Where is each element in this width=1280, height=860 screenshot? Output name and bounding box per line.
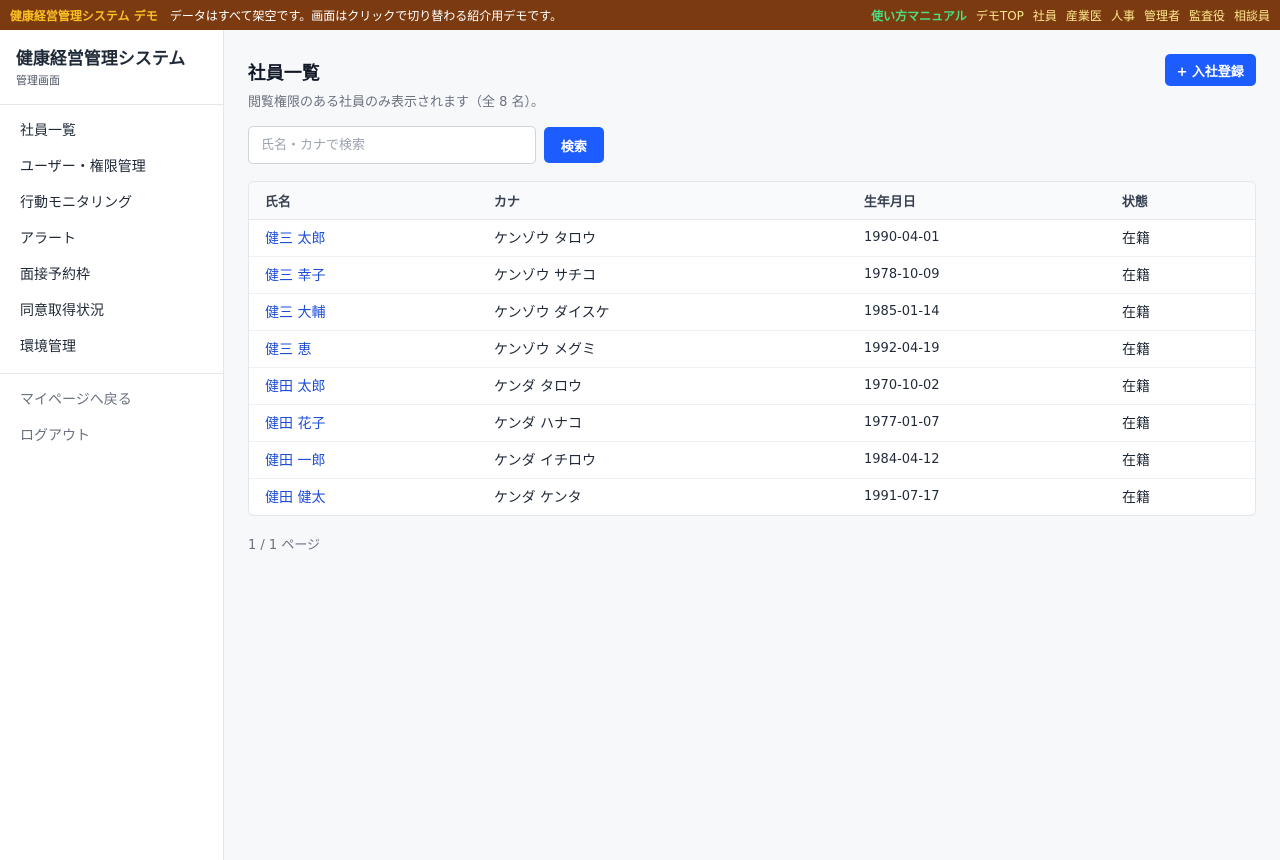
employee-birthdate-cell: 1991-07-17 (864, 489, 940, 505)
employee-name-link[interactable]: 健三 恵 (265, 342, 311, 358)
demo-banner: 健康経営管理システム デモ データはすべて架空です。画面はクリックで切り替わる紹… (0, 0, 1280, 30)
employee-kana-cell: ケンダ ケンタ (494, 489, 582, 506)
table-row: 健三 太郎 ケンゾウ タロウ 1990-04-01 在籍 (249, 219, 1255, 257)
employee-name-cell: 健三 恵 (249, 330, 478, 368)
employee-kana-cell: ケンゾウ タロウ (478, 219, 848, 257)
page-title: 社員一覧 (248, 63, 320, 84)
employee-name-link[interactable]: 健田 一郎 (265, 453, 325, 469)
sidebar-item-consent-status[interactable]: 同意取得状況 (0, 293, 223, 329)
employee-birthdate-cell: 1990-04-01 (848, 219, 1106, 257)
column-header-birthdate: 生年月日 (848, 182, 1106, 220)
employee-status-cell: 在籍 (1106, 293, 1255, 331)
employee-birthdate-cell: 1978-10-09 (848, 256, 1106, 294)
employee-birthdate-cell: 1984-04-12 (848, 441, 1106, 479)
employee-kana-cell: ケンダ タロウ (478, 367, 848, 405)
app-title: 健康経営管理システム (16, 49, 186, 69)
demo-link-doctor[interactable]: 産業医 (1066, 7, 1102, 24)
sidebar-item-alerts[interactable]: アラート (0, 221, 223, 257)
demo-link-employee[interactable]: 社員 (1033, 7, 1057, 24)
demo-link-hr[interactable]: 人事 (1111, 7, 1135, 24)
employee-status-cell: 在籍 (1106, 219, 1255, 257)
sidebar: 健康経営管理システム 管理画面 社員一覧 ユーザー・権限管理 行動モニタリング … (0, 30, 224, 860)
table-row: 健田 一郎 ケンダ イチロウ 1984-04-12 在籍 (249, 441, 1255, 479)
employee-kana-cell: ケンゾウ サチコ (478, 256, 848, 294)
demo-link-counselor[interactable]: 相談員 (1234, 7, 1270, 24)
demo-note: データはすべて架空です。画面はクリックで切り替わる紹介用デモです。 (169, 8, 563, 23)
sidebar-header: 健康経営管理システム 管理画面 (0, 30, 223, 105)
employee-kana-cell: ケンゾウ メグミ (478, 330, 848, 368)
employee-kana-cell: ケンゾウ ダイスケ (478, 293, 848, 331)
employee-name-cell: 健田 健太 (249, 478, 478, 515)
table-row: 健田 太郎 ケンダ タロウ 1970-10-02 在籍 (249, 367, 1255, 405)
demo-link-top[interactable]: デモTOP (976, 7, 1024, 24)
search-bar: 検索 (248, 126, 1256, 164)
employee-birthdate-cell: 1992-04-19 (848, 330, 1106, 368)
demo-link-auditor[interactable]: 監査役 (1189, 7, 1225, 24)
main-content: 社員一覧 閲覧権限のある社員のみ表示されます（全 8 名）。 + 入社登録 検索… (248, 30, 1256, 553)
column-header-name: 氏名 (249, 182, 478, 220)
pagination-info: 1 / 1 ページ (248, 538, 321, 553)
employee-birthdate-cell: 1977-01-07 (848, 404, 1106, 442)
sidebar-nav: 社員一覧 ユーザー・権限管理 行動モニタリング アラート 面接予約枠 同意取得状… (0, 105, 223, 373)
employee-status-cell: 在籍 (1106, 367, 1255, 405)
employee-name-cell: 健三 幸子 (249, 256, 478, 294)
table-row: 健三 恵 ケンゾウ メグミ 1992-04-19 在籍 (249, 330, 1255, 368)
employee-table: 氏名 カナ 生年月日 状態 健三 太郎 ケンゾウ タロウ 1990-04-01 … (248, 181, 1256, 516)
table-header-row: 氏名 カナ 生年月日 状態 (249, 182, 1255, 220)
employee-name-link[interactable]: 健三 幸子 (265, 268, 325, 284)
sidebar-item-interview-slots[interactable]: 面接予約枠 (0, 257, 223, 293)
employee-name-cell: 健三 太郎 (249, 219, 478, 257)
sidebar-item-environment[interactable]: 環境管理 (0, 329, 223, 365)
sidebar-footer: マイページへ戻る ログアウト (0, 373, 223, 462)
table-row: 健田 健太 ケンダ ケンタ 1991-07-17 在籍 (249, 478, 1255, 515)
sidebar-item-logout[interactable]: ログアウト (0, 418, 223, 454)
employee-status-cell: 在籍 (1122, 489, 1150, 506)
demo-nav: 使い方マニュアル デモTOP 社員 産業医 人事 管理者 監査役 相談員 (871, 7, 1270, 24)
sidebar-item-mypage[interactable]: マイページへ戻る (0, 382, 223, 418)
employee-status-cell: 在籍 (1106, 441, 1255, 479)
employee-name-link[interactable]: 健田 花子 (265, 416, 325, 432)
demo-link-admin[interactable]: 管理者 (1144, 7, 1180, 24)
employee-name-link[interactable]: 健田 太郎 (265, 379, 325, 395)
employee-name-cell: 健田 花子 (249, 404, 478, 442)
employee-kana-cell: ケンダ イチロウ (478, 441, 848, 479)
table-row: 健三 大輔 ケンゾウ ダイスケ 1985-01-14 在籍 (249, 293, 1255, 331)
employee-name-cell: 健三 大輔 (249, 293, 478, 331)
sidebar-item-users-permissions[interactable]: ユーザー・権限管理 (0, 149, 223, 185)
column-header-kana: カナ (478, 182, 848, 220)
employee-name-link[interactable]: 健田 健太 (265, 490, 325, 506)
demo-brand[interactable]: 健康経営管理システム デモ (10, 7, 158, 24)
app-subtitle: 管理画面 (16, 74, 60, 87)
column-header-status: 状態 (1106, 182, 1255, 220)
search-button[interactable]: 検索 (544, 127, 604, 163)
employee-name-cell: 健田 一郎 (249, 441, 478, 479)
employee-name-link[interactable]: 健三 大輔 (265, 305, 325, 321)
employee-name-cell: 健田 太郎 (249, 367, 478, 405)
employee-birthdate-cell: 1985-01-14 (848, 293, 1106, 331)
employee-status-cell: 在籍 (1106, 404, 1255, 442)
employee-birthdate-cell: 1970-10-02 (848, 367, 1106, 405)
add-employee-button[interactable]: + 入社登録 (1164, 54, 1256, 86)
table-row: 健田 花子 ケンダ ハナコ 1977-01-07 在籍 (249, 404, 1255, 442)
employee-name-link[interactable]: 健三 太郎 (265, 231, 325, 247)
employee-status-cell: 在籍 (1106, 330, 1255, 368)
sidebar-item-employees[interactable]: 社員一覧 (0, 113, 223, 149)
table-row: 健三 幸子 ケンゾウ サチコ 1978-10-09 在籍 (249, 256, 1255, 294)
search-input[interactable] (248, 126, 536, 164)
employee-status-cell: 在籍 (1106, 256, 1255, 294)
demo-link-manual[interactable]: 使い方マニュアル (871, 7, 967, 24)
sidebar-item-activity-monitoring[interactable]: 行動モニタリング (0, 185, 223, 221)
page-description: 閲覧権限のある社員のみ表示されます（全 8 名）。 (248, 95, 545, 110)
employee-kana-cell: ケンダ ハナコ (478, 404, 848, 442)
page-header: 社員一覧 閲覧権限のある社員のみ表示されます（全 8 名）。 + 入社登録 (248, 30, 1256, 127)
